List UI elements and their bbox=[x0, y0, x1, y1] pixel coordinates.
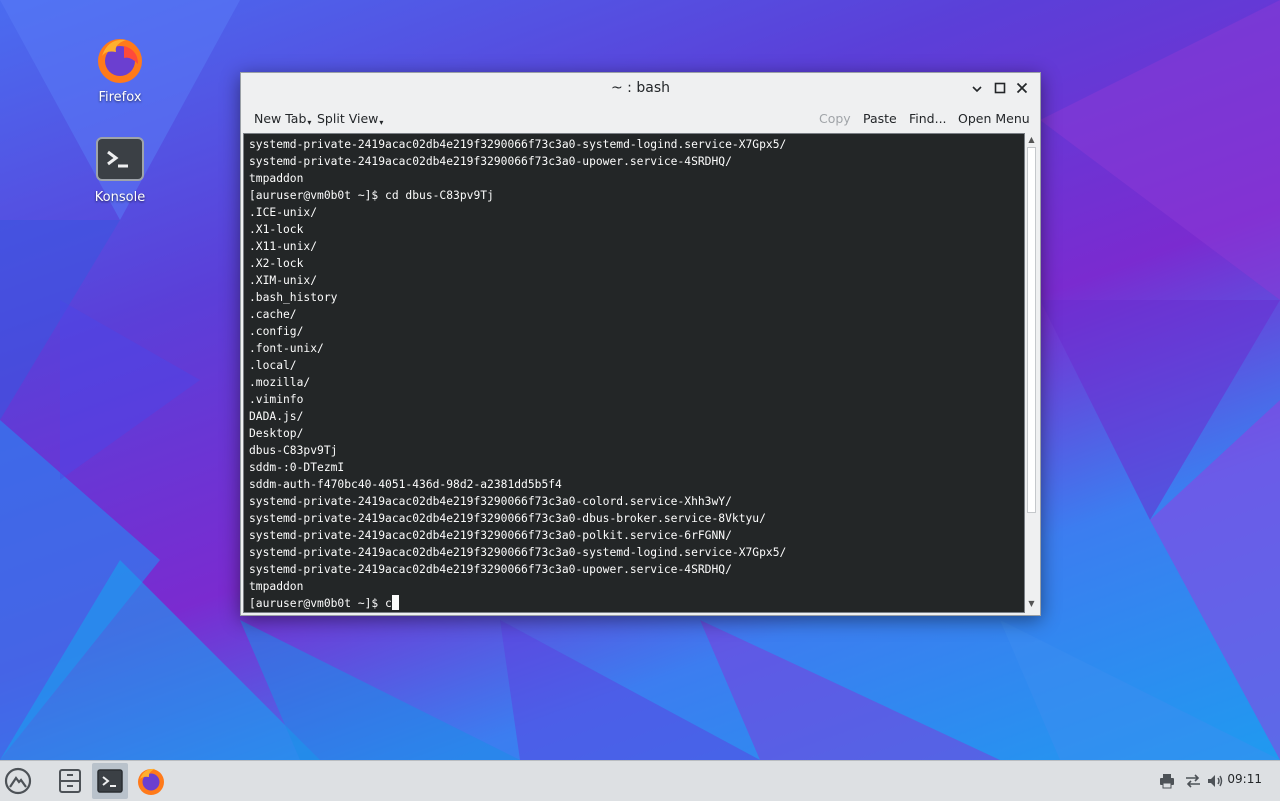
file-manager-icon bbox=[59, 769, 81, 793]
terminal-line: sddm-auth-f470bc40-4051-436d-98d2-a2381d… bbox=[249, 478, 562, 491]
terminal-line: [auruser@vm0b0t ~]$ cd dbus-C83pv9Tj bbox=[249, 189, 494, 202]
terminal-line: sddm-:0-DTezmI bbox=[249, 461, 345, 474]
desktop-icon-label: Konsole bbox=[94, 190, 146, 205]
terminal-lines: systemd-private-2419acac02db4e219f329006… bbox=[249, 136, 786, 612]
copy-button[interactable]: Copy bbox=[819, 111, 851, 126]
terminal-line: systemd-private-2419acac02db4e219f329006… bbox=[249, 563, 732, 576]
dropdown-arrow-icon: ▾ bbox=[379, 118, 384, 127]
terminal-line: .ICE-unix/ bbox=[249, 206, 318, 219]
terminal-line: systemd-private-2419acac02db4e219f329006… bbox=[249, 155, 732, 168]
network-icon[interactable] bbox=[1184, 772, 1202, 790]
new-tab-button[interactable]: New Tab▾ bbox=[254, 111, 312, 127]
konsole-taskbar-button[interactable] bbox=[92, 763, 128, 799]
scrollbar-thumb[interactable] bbox=[1027, 147, 1036, 513]
firefox-taskbar-button[interactable] bbox=[133, 763, 169, 799]
desktop-icon-firefox[interactable]: Firefox bbox=[75, 34, 165, 105]
terminal-line: systemd-private-2419acac02db4e219f329006… bbox=[249, 138, 787, 151]
desktop-icon-konsole[interactable]: Konsole bbox=[75, 134, 165, 205]
terminal-line: tmpaddon bbox=[249, 172, 304, 185]
paste-label: Paste bbox=[863, 111, 897, 126]
terminal-line: systemd-private-2419acac02db4e219f329006… bbox=[249, 512, 766, 525]
terminal-line: systemd-private-2419acac02db4e219f329006… bbox=[249, 546, 787, 559]
minimize-icon bbox=[972, 86, 982, 93]
terminal-line: .X1-lock bbox=[249, 223, 304, 236]
close-button[interactable] bbox=[1012, 78, 1032, 98]
paste-button[interactable]: Paste bbox=[863, 111, 897, 126]
text-cursor bbox=[391, 595, 399, 610]
terminal-line: .viminfo bbox=[249, 393, 304, 406]
printer-icon[interactable] bbox=[1158, 772, 1176, 790]
scroll-up-icon[interactable]: ▲ bbox=[1027, 135, 1036, 145]
new-tab-label: New Tab bbox=[254, 111, 307, 126]
split-view-button[interactable]: Split View▾ bbox=[317, 111, 384, 127]
terminal-line: systemd-private-2419acac02db4e219f329006… bbox=[249, 495, 732, 508]
terminal-prompt: [auruser@vm0b0t ~]$ bbox=[249, 597, 386, 610]
copy-label: Copy bbox=[819, 111, 851, 126]
title-bar[interactable]: ~ : bash bbox=[241, 73, 1040, 103]
firefox-icon bbox=[138, 768, 164, 795]
terminal-prompt-line: [auruser@vm0b0t ~]$ c bbox=[249, 595, 786, 612]
app-launcher-icon bbox=[4, 767, 32, 795]
terminal-line: dbus-C83pv9Tj bbox=[249, 444, 338, 457]
terminal-line: DADA.js/ bbox=[249, 410, 304, 423]
open-menu-button[interactable]: Open Menu bbox=[958, 111, 1030, 126]
clock[interactable]: 09:11 bbox=[1227, 772, 1262, 786]
scroll-down-icon[interactable]: ▼ bbox=[1027, 599, 1036, 609]
app-launcher-button[interactable] bbox=[0, 763, 36, 799]
desktop-icon-label: Firefox bbox=[98, 90, 142, 105]
terminal-input[interactable]: c bbox=[385, 597, 392, 610]
terminal-line: .X2-lock bbox=[249, 257, 304, 270]
terminal-scrollbar[interactable]: ▲ ▼ bbox=[1025, 133, 1038, 613]
maximize-button[interactable] bbox=[990, 78, 1010, 98]
terminal-line: .cache/ bbox=[249, 308, 297, 321]
terminal-line: .XIM-unix/ bbox=[249, 274, 318, 287]
terminal-line: systemd-private-2419acac02db4e219f329006… bbox=[249, 529, 732, 542]
terminal-line: .font-unix/ bbox=[249, 342, 324, 355]
terminal-window[interactable]: ~ : bash New Tab▾ Split View▾ Copy Paste… bbox=[240, 72, 1041, 616]
terminal-line: .config/ bbox=[249, 325, 304, 338]
konsole-icon bbox=[97, 769, 123, 793]
volume-icon[interactable] bbox=[1206, 772, 1224, 790]
toolbar: New Tab▾ Split View▾ Copy Paste Find... … bbox=[241, 105, 1040, 133]
terminal-line: .bash_history bbox=[249, 291, 338, 304]
terminal-line: .X11-unix/ bbox=[249, 240, 318, 253]
window-title: ~ : bash bbox=[611, 80, 670, 96]
find-label: Find... bbox=[909, 111, 947, 126]
dropdown-arrow-icon: ▾ bbox=[307, 118, 312, 127]
terminal-line: Desktop/ bbox=[249, 427, 304, 440]
open-menu-label: Open Menu bbox=[958, 111, 1030, 126]
terminal-line: .local/ bbox=[249, 359, 297, 372]
file-manager-button[interactable] bbox=[52, 763, 88, 799]
terminal-line: .mozilla/ bbox=[249, 376, 311, 389]
terminal-line: tmpaddon bbox=[249, 580, 304, 593]
terminal-output[interactable]: systemd-private-2419acac02db4e219f329006… bbox=[243, 133, 1025, 613]
close-icon bbox=[1016, 82, 1028, 94]
find-button[interactable]: Find... bbox=[909, 111, 947, 126]
maximize-icon bbox=[994, 82, 1006, 94]
minimize-button[interactable] bbox=[967, 78, 987, 98]
taskbar: 09:11 bbox=[0, 760, 1280, 801]
firefox-icon bbox=[94, 34, 146, 86]
split-view-label: Split View bbox=[317, 111, 379, 126]
konsole-icon bbox=[94, 134, 146, 186]
